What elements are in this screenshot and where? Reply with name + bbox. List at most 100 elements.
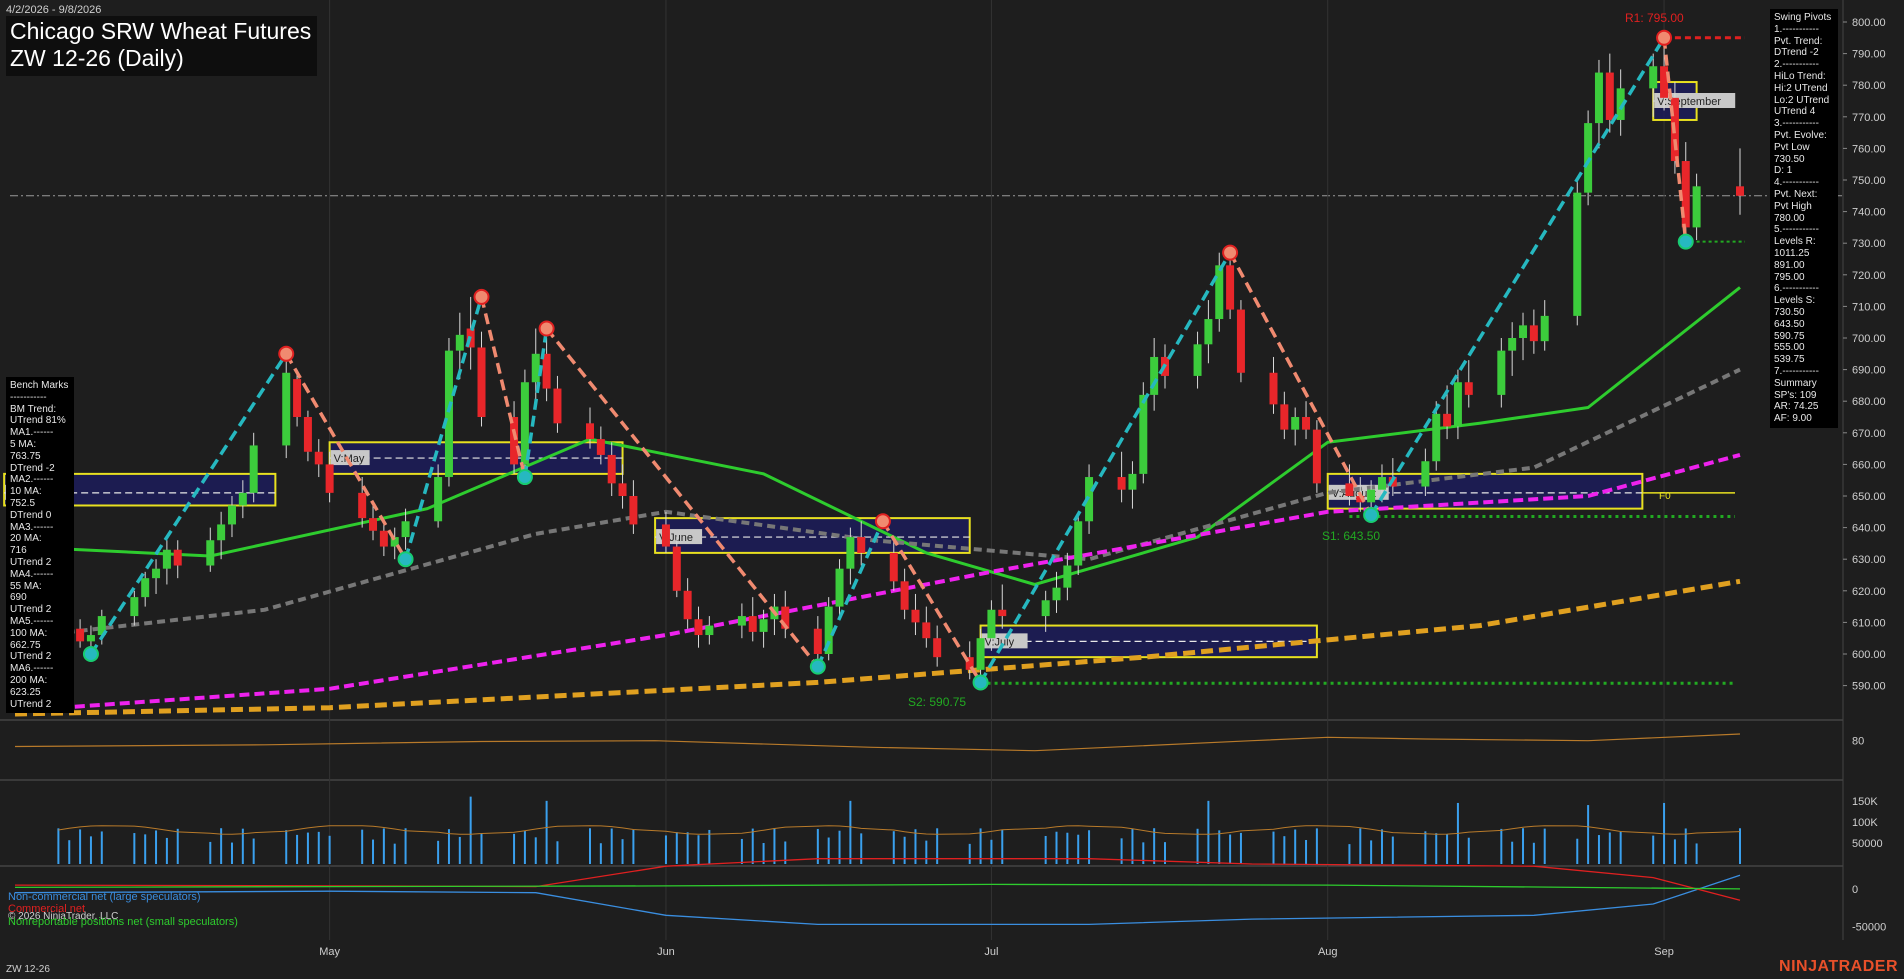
candle-body bbox=[1074, 521, 1083, 566]
cot-tick-label: -50000 bbox=[1852, 922, 1886, 934]
candle-body bbox=[130, 597, 139, 617]
candle-body bbox=[217, 524, 226, 541]
swing-low-marker bbox=[972, 674, 989, 691]
candle-body bbox=[1117, 477, 1126, 490]
candle-body bbox=[1269, 372, 1278, 405]
candle-body bbox=[835, 568, 844, 607]
candle-body bbox=[238, 492, 247, 506]
price-tick-label: 660.00 bbox=[1852, 459, 1886, 471]
candle-body bbox=[325, 464, 334, 493]
candle-body bbox=[173, 549, 182, 566]
candle-body bbox=[1519, 325, 1528, 338]
candle-body bbox=[303, 417, 312, 452]
candle-body bbox=[1291, 417, 1300, 430]
price-tick-label: 590.00 bbox=[1852, 681, 1886, 693]
price-tick-label: 650.00 bbox=[1852, 491, 1886, 503]
price-tick-label: 630.00 bbox=[1852, 554, 1886, 566]
price-tick-label: 720.00 bbox=[1852, 270, 1886, 282]
candle-body bbox=[1139, 394, 1148, 474]
candle-body bbox=[900, 581, 909, 610]
candle-body bbox=[1508, 338, 1517, 351]
price-tick-label: 640.00 bbox=[1852, 523, 1886, 535]
candle-body bbox=[694, 619, 703, 636]
candle-body bbox=[1584, 123, 1593, 193]
s1-label: S1: 643.50 bbox=[1322, 529, 1380, 543]
candle-body bbox=[1377, 477, 1386, 490]
candle-body bbox=[358, 492, 367, 519]
candle-body bbox=[152, 568, 161, 579]
price-tick-label: 700.00 bbox=[1852, 333, 1886, 345]
price-tick-label: 710.00 bbox=[1852, 301, 1886, 313]
price-tick-label: 740.00 bbox=[1852, 207, 1886, 219]
price-tick-label: 770.00 bbox=[1852, 112, 1886, 124]
price-tick-label: 670.00 bbox=[1852, 428, 1886, 440]
price-tick-label: 800.00 bbox=[1852, 17, 1886, 29]
chart-title: Chicago SRW Wheat Futures bbox=[10, 18, 312, 44]
candle-body bbox=[1367, 489, 1376, 503]
price-tick-label: 730.00 bbox=[1852, 238, 1886, 250]
candle-body bbox=[86, 635, 95, 642]
cot-tick-label: 0 bbox=[1852, 884, 1858, 896]
candle-body bbox=[282, 372, 291, 446]
candle-body bbox=[444, 350, 453, 478]
candle-body bbox=[607, 454, 616, 484]
candle-body bbox=[293, 379, 302, 417]
candle-body bbox=[586, 423, 594, 440]
candle-body bbox=[1443, 413, 1452, 427]
price-tick-label: 610.00 bbox=[1852, 617, 1886, 629]
swing-high-marker bbox=[473, 288, 490, 305]
candle-body bbox=[477, 347, 486, 417]
candle-body bbox=[1312, 429, 1321, 484]
candle-body bbox=[737, 616, 746, 626]
candle-body bbox=[1540, 315, 1549, 342]
candle-body bbox=[1204, 319, 1213, 345]
candle-body bbox=[1736, 186, 1744, 196]
candle-body bbox=[1573, 192, 1582, 316]
candle-body bbox=[813, 628, 822, 654]
chart-subtitle: ZW 12-26 (Daily) bbox=[10, 45, 184, 71]
candle-body bbox=[661, 524, 670, 547]
f0-label: F0 bbox=[1659, 491, 1671, 502]
chart-canvas[interactable]: V:AprilV:MayV:JuneV:JulyV:AugustV:Septem… bbox=[0, 0, 1904, 979]
candle-body bbox=[141, 578, 150, 598]
candle-body bbox=[748, 616, 757, 632]
swing-low-marker bbox=[1677, 233, 1694, 250]
candle-body bbox=[434, 477, 443, 522]
candle-body bbox=[1052, 587, 1061, 601]
candle-body bbox=[553, 388, 562, 424]
candle-body bbox=[1150, 356, 1159, 395]
price-tick-label: 620.00 bbox=[1852, 586, 1886, 598]
candle-body bbox=[672, 546, 681, 591]
candle-body bbox=[379, 530, 388, 547]
cot-legend-nonreportable: Nonreportable positions net (small specu… bbox=[8, 916, 238, 928]
candle-body bbox=[976, 638, 985, 670]
candle-body bbox=[911, 609, 920, 623]
oscillator-tick-label: 80 bbox=[1852, 736, 1864, 748]
candle-body bbox=[596, 439, 605, 455]
month-tick-label: Jun bbox=[657, 946, 675, 958]
candle-body bbox=[162, 549, 171, 569]
candle-body bbox=[1345, 483, 1354, 496]
price-tick-label: 790.00 bbox=[1852, 49, 1886, 61]
candle-body bbox=[249, 445, 258, 493]
candle-body bbox=[629, 496, 638, 525]
month-tick-label: Sep bbox=[1654, 946, 1674, 958]
candle-body bbox=[227, 505, 236, 525]
r1-label: R1: 795.00 bbox=[1625, 11, 1684, 25]
candle-body bbox=[1302, 417, 1311, 430]
candle-body bbox=[683, 590, 692, 620]
chart-title-box: Chicago SRW Wheat Futures ZW 12-26 (Dail… bbox=[6, 16, 318, 76]
candle-body bbox=[705, 625, 714, 636]
candle-body bbox=[401, 521, 410, 538]
volume-tick-label: 50000 bbox=[1852, 838, 1883, 850]
date-range: 4/2/2026 - 9/8/2026 bbox=[6, 4, 102, 16]
candle-body bbox=[1594, 72, 1603, 124]
brand-logo: NINJATRADER bbox=[1779, 958, 1898, 975]
candle-body bbox=[1193, 344, 1202, 376]
volume-tick-label: 150K bbox=[1852, 796, 1878, 808]
volume-tick-label: 100K bbox=[1852, 817, 1878, 829]
candle-body bbox=[314, 451, 323, 465]
candle-body bbox=[1529, 325, 1538, 342]
candle-body bbox=[618, 483, 627, 496]
swing-high-marker bbox=[278, 345, 295, 362]
